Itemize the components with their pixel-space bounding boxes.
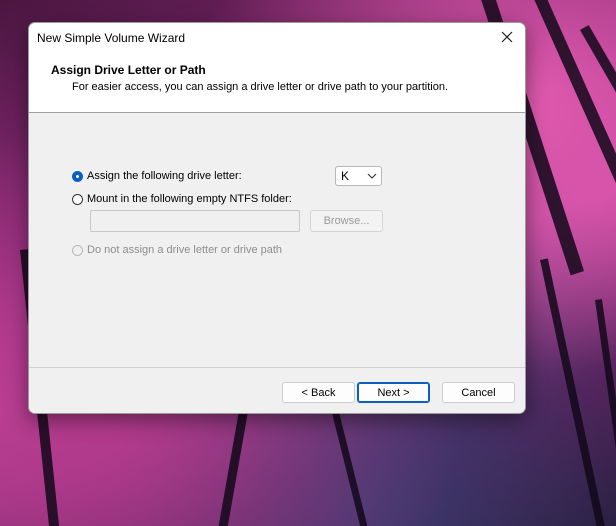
close-button[interactable] — [489, 23, 525, 51]
cancel-button[interactable]: Cancel — [442, 382, 515, 403]
wizard-footer: < Back Next > Cancel — [29, 368, 525, 413]
wallpaper-stripe — [540, 258, 607, 526]
radio-mount-folder[interactable]: Mount in the following empty NTFS folder… — [72, 193, 292, 205]
window-title: New Simple Volume Wizard — [37, 31, 186, 45]
back-button[interactable]: < Back — [282, 382, 355, 403]
page-subtitle: For easier access, you can assign a driv… — [72, 81, 449, 93]
folder-path-input[interactable] — [90, 210, 300, 232]
desktop-background: New Simple Volume Wizard Assign Drive Le… — [0, 0, 616, 526]
page-title: Assign Drive Letter or Path — [51, 63, 206, 77]
radio-no-assign-control[interactable] — [72, 244, 83, 256]
next-button[interactable]: Next > — [357, 382, 430, 403]
radio-assign-letter-control[interactable] — [72, 170, 83, 182]
radio-assign-letter-label: Assign the following drive letter: — [87, 170, 242, 182]
browse-button[interactable]: Browse... — [310, 210, 383, 232]
close-icon — [501, 31, 513, 43]
radio-mount-folder-label: Mount in the following empty NTFS folder… — [87, 193, 292, 205]
radio-mount-folder-control[interactable] — [72, 193, 83, 205]
wallpaper-stripe — [330, 403, 369, 526]
radio-no-assign[interactable]: Do not assign a drive letter or drive pa… — [72, 244, 282, 256]
wizard-body: Assign the following drive letter: K Mou… — [29, 113, 525, 368]
wallpaper-stripe — [217, 405, 249, 526]
radio-assign-letter[interactable]: Assign the following drive letter: — [72, 170, 242, 182]
title-bar[interactable]: New Simple Volume Wizard — [29, 23, 525, 51]
radio-no-assign-label: Do not assign a drive letter or drive pa… — [87, 244, 283, 256]
wizard-header: Assign Drive Letter or Path For easier a… — [29, 51, 525, 113]
chevron-down-icon — [367, 173, 377, 179]
drive-letter-value: K — [341, 169, 350, 183]
wizard-dialog: New Simple Volume Wizard Assign Drive Le… — [28, 22, 526, 414]
wallpaper-stripe — [595, 299, 616, 526]
drive-letter-select[interactable]: K — [335, 166, 382, 186]
